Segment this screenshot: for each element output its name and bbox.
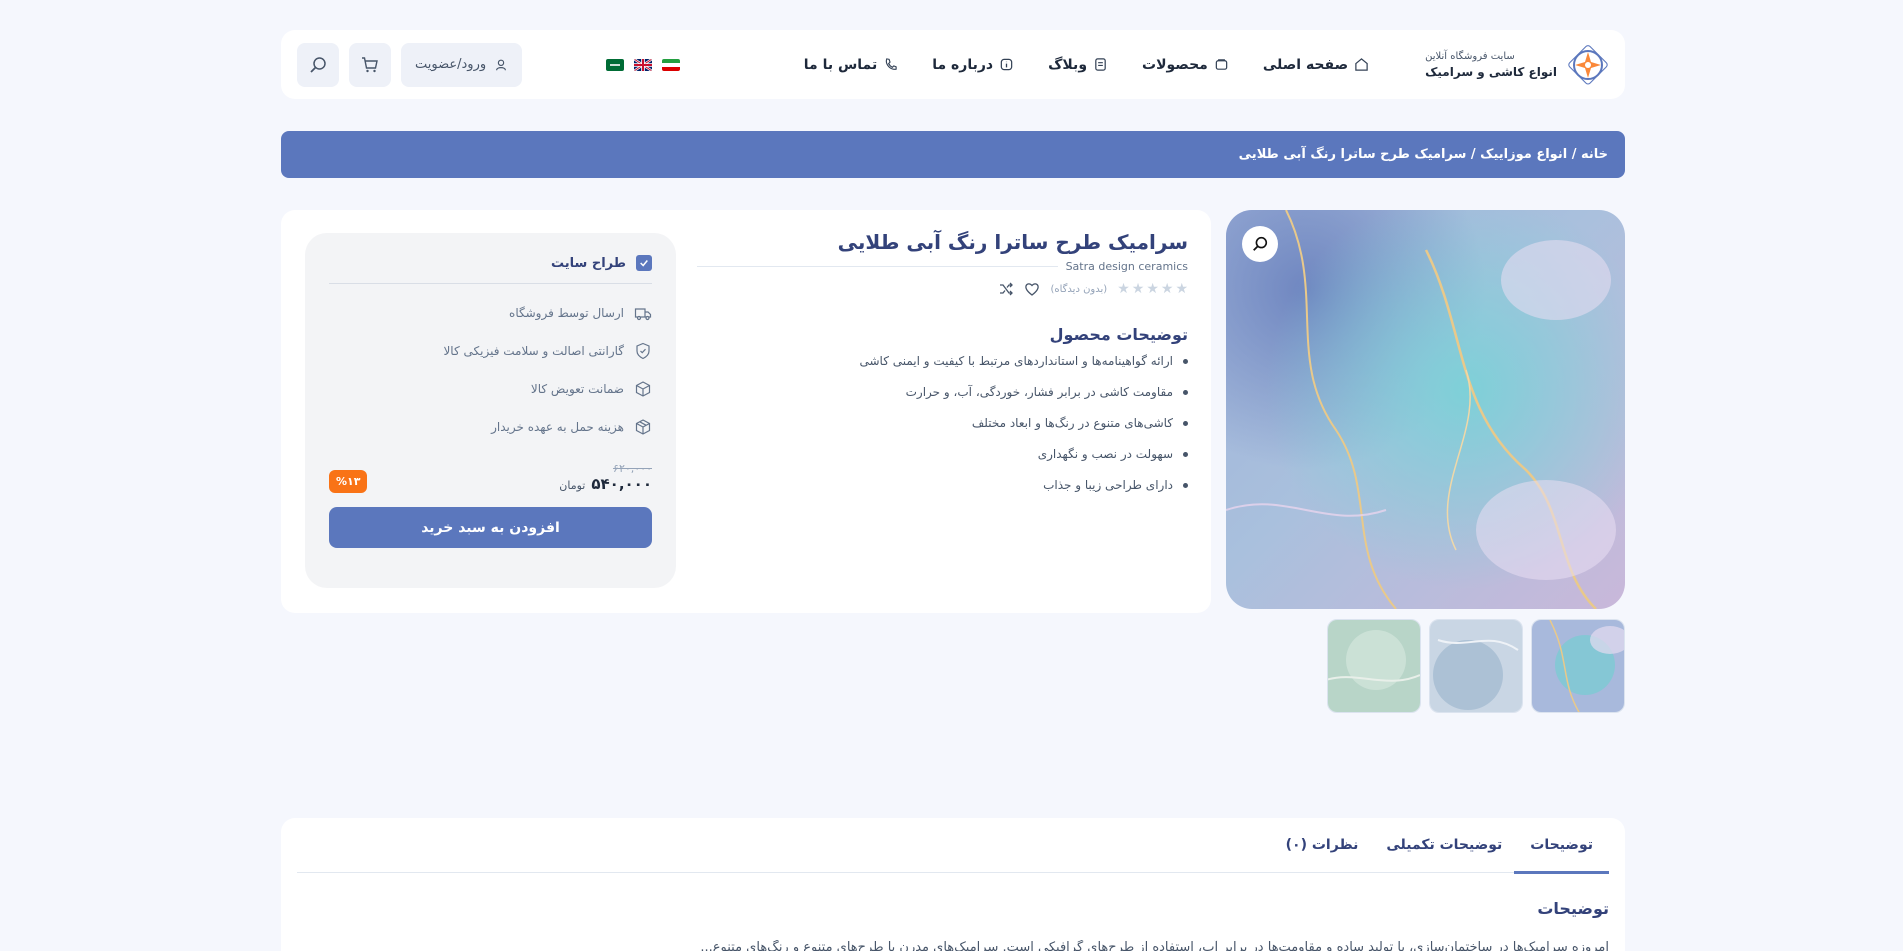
perk-item: ضمانت تعویض کالا (329, 380, 652, 398)
feature-item: دارای طراحی زیبا و جذاب (697, 478, 1188, 492)
thumbnail-1[interactable] (1531, 619, 1625, 713)
old-price: ۶۲۰,۰۰۰ (613, 462, 652, 475)
search-icon (310, 56, 326, 73)
home-icon (1355, 58, 1368, 71)
tab-description[interactable]: توضیحات (1514, 818, 1609, 874)
flag-iran-icon[interactable] (661, 58, 680, 71)
logo-title: انواع کاشی و سرامیک (1425, 64, 1557, 79)
feature-item: کاشی‌های متنوع در رنگ‌ها و ابعاد مختلف (697, 416, 1188, 430)
thumbnail-2[interactable] (1429, 619, 1523, 713)
nav-item-about[interactable]: درباره ما (932, 57, 1014, 73)
add-to-cart-button[interactable]: افزودن به سبد خرید (329, 507, 652, 548)
zoom-icon (1253, 236, 1268, 251)
feature-item: مقاومت کاشی در برابر فشار، خوردگی، آب، و… (697, 385, 1188, 399)
box-exchange-icon (635, 381, 651, 397)
star-icon: ★ (1160, 281, 1174, 297)
product-gallery (1226, 210, 1625, 713)
nav-label: درباره ما (932, 56, 994, 73)
logo[interactable]: سایت فروشگاه آنلاین انواع کاشی و سرامیک (1425, 44, 1609, 86)
rating-stars[interactable]: ★ ★ ★ ★ ★ (1117, 281, 1188, 297)
phone-icon (886, 58, 897, 70)
thumbnail-3[interactable] (1327, 619, 1421, 713)
perk-label: گارانتی اصالت و سلامت فیزیکی کالا (443, 344, 624, 358)
reviews-count[interactable]: (بدون دیدگاه) (1050, 284, 1107, 295)
buy-box: طراح سایت ارسال توسط فروشگاه گارانتی اصا… (305, 233, 676, 588)
nav-label: صفحه اصلی (1262, 56, 1349, 73)
divider (697, 266, 1058, 267)
cart-icon (362, 56, 378, 72)
perk-label: ضمانت تعویض کالا (530, 382, 624, 396)
tab-additional-info[interactable]: توضیحات تکمیلی (1386, 818, 1502, 873)
nav-label: محصولات (1142, 56, 1208, 73)
zoom-button[interactable] (1242, 226, 1278, 262)
product-info-card: سرامیک طرح ساترا رنگ آبی طلایی Satra des… (281, 210, 1211, 613)
heart-icon[interactable] (1024, 281, 1040, 297)
nav-label: تماس با ما (803, 56, 878, 73)
truck-icon (634, 308, 652, 321)
marble-image (1226, 210, 1625, 609)
star-icon: ★ (1175, 281, 1188, 297)
perk-item: هزینه حمل به عهده خریدار (329, 418, 652, 436)
tab-content-text: امروزه سرامیک‌ها در ساختمان‌سازی، یا تول… (700, 940, 1609, 951)
product-title: سرامیک طرح ساترا رنگ آبی طلایی (837, 230, 1188, 254)
nav-item-blog[interactable]: وبلاگ (1048, 57, 1108, 73)
star-icon: ★ (1131, 281, 1145, 297)
thumbnail-list (1226, 619, 1625, 713)
blog-icon (1095, 58, 1106, 71)
nav-item-products[interactable]: محصولات (1142, 57, 1229, 73)
star-icon: ★ (1146, 281, 1159, 297)
perk-label: هزینه حمل به عهده خریدار (491, 420, 624, 434)
feature-item: سهولت در نصب و نگهداری (697, 447, 1188, 461)
price-block: ۶۲۰,۰۰۰ ۵۴۰,۰۰۰ تومان (559, 462, 652, 493)
compare-icon[interactable] (998, 281, 1014, 297)
currency-label: تومان (559, 479, 586, 492)
logo-tagline: سایت فروشگاه آنلاین (1425, 50, 1515, 62)
nav-item-contact[interactable]: تماس با ما (804, 57, 898, 73)
cart-button[interactable] (349, 42, 391, 87)
feature-item: ارائه گواهینامه‌ها و استانداردهای مرتبط … (697, 354, 1188, 368)
logo-icon (1568, 44, 1608, 85)
login-label: ورود/عضویت (415, 57, 487, 72)
info-icon (1000, 58, 1013, 71)
product-details: سرامیک طرح ساترا رنگ آبی طلایی Satra des… (697, 230, 1188, 509)
check-icon (636, 255, 652, 271)
current-price: ۵۴۰,۰۰۰ (591, 475, 652, 493)
feature-list: ارائه گواهینامه‌ها و استانداردهای مرتبط … (697, 354, 1188, 492)
shield-icon (636, 342, 650, 360)
seller-name[interactable]: طراح سایت (551, 256, 626, 271)
flag-uk-icon[interactable] (633, 58, 652, 71)
package-icon (635, 419, 651, 435)
tab-reviews[interactable]: نظرات (۰) (1286, 818, 1359, 873)
search-button[interactable] (297, 42, 339, 87)
tab-bar: توضیحات توضیحات تکمیلی نظرات (۰) (297, 818, 1609, 874)
main-nav: صفحه اصلی محصولات وبلاگ درباره ما تماس ب… (804, 57, 1369, 73)
perk-label: ارسال توسط فروشگاه (509, 306, 624, 320)
site-header: سایت فروشگاه آنلاین انواع کاشی و سرامیک … (281, 30, 1625, 99)
user-icon (496, 59, 507, 70)
description-title: توضیحات محصول (1049, 325, 1188, 344)
login-button[interactable]: ورود/عضویت (401, 42, 523, 87)
perk-item: گارانتی اصالت و سلامت فیزیکی کالا (329, 342, 652, 360)
perk-item: ارسال توسط فروشگاه (329, 304, 652, 322)
language-switcher (605, 58, 680, 71)
product-tabs-section: توضیحات توضیحات تکمیلی نظرات (۰) توضیحات… (281, 818, 1625, 951)
product-main-image[interactable] (1226, 210, 1625, 609)
star-icon: ★ (1117, 281, 1130, 297)
breadcrumb-text[interactable]: خانه / انواع موزاییک / سرامیک طرح ساترا … (1239, 147, 1608, 162)
nav-item-home[interactable]: صفحه اصلی (1263, 57, 1369, 73)
flag-saudi-icon[interactable] (605, 58, 624, 71)
discount-badge: %۱۳ (329, 470, 368, 493)
product-subtitle: Satra design ceramics (1065, 260, 1188, 273)
nav-label: وبلاگ (1048, 56, 1088, 73)
products-icon (1215, 59, 1228, 70)
breadcrumb: خانه / انواع موزاییک / سرامیک طرح ساترا … (281, 131, 1625, 178)
tab-content-heading: توضیحات (1537, 899, 1609, 918)
